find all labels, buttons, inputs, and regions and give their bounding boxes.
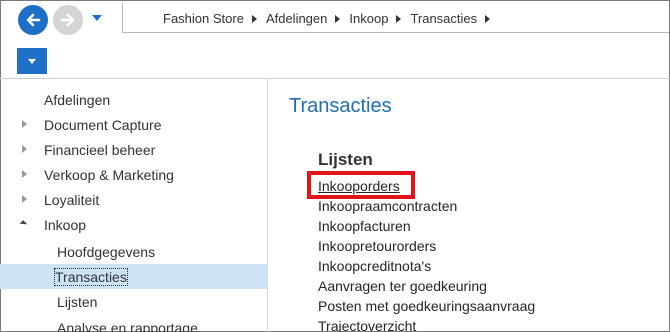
- breadcrumb-separator-icon[interactable]: [396, 14, 402, 23]
- chevron-down-icon: [28, 58, 36, 64]
- nav-item-label: Lijsten: [57, 293, 98, 310]
- nav-item-label: Hoofdgegevens: [57, 243, 156, 260]
- link-inkoopretourorders[interactable]: Inkoopretourorders: [318, 236, 436, 256]
- nav-item-lijsten[interactable]: Lijsten: [0, 289, 267, 314]
- arrow-left-icon: [26, 13, 41, 27]
- nav-item-label: Afdelingen: [44, 91, 111, 108]
- nav-item-transacties[interactable]: Transacties: [0, 264, 267, 289]
- link-inkoopcreditnotas[interactable]: Inkoopcreditnota's: [318, 256, 431, 276]
- link-posten-met-goedkeuringsaanvraag[interactable]: Posten met goedkeuringsaanvraag: [318, 296, 535, 316]
- chevron-down-icon: [92, 15, 102, 21]
- nav-item-label: Analyse en rapportage: [57, 319, 198, 332]
- nav-item-financieel-beheer[interactable]: Financieel beheer: [0, 137, 267, 162]
- expand-arrow-icon[interactable]: [22, 120, 27, 128]
- expand-arrow-icon[interactable]: [22, 195, 27, 203]
- back-button[interactable]: [18, 5, 48, 35]
- breadcrumb-item-fashion-store[interactable]: Fashion Store: [163, 11, 244, 26]
- navigation-pane: Afdelingen Document Capture Financieel b…: [0, 79, 268, 332]
- nav-item-analyse-en-rapportage[interactable]: Analyse en rapportage: [0, 315, 267, 332]
- expand-arrow-icon[interactable]: [22, 170, 27, 178]
- breadcrumb-separator-icon[interactable]: [335, 14, 341, 23]
- nav-item-label: Inkoop: [44, 216, 87, 233]
- highlight-annotation-box: [307, 171, 415, 199]
- nav-item-label: Financieel beheer: [44, 141, 156, 158]
- page-title: Transacties: [289, 95, 392, 117]
- expand-arrow-icon[interactable]: [22, 145, 27, 153]
- nav-item-loyaliteit[interactable]: Loyaliteit: [0, 187, 267, 212]
- nav-item-hoofdgegevens[interactable]: Hoofdgegevens: [0, 239, 267, 264]
- link-inkoopraamcontracten[interactable]: Inkoopraamcontracten: [318, 196, 457, 216]
- nav-item-inkoop[interactable]: Inkoop: [0, 212, 267, 237]
- history-dropdown-button[interactable]: [90, 11, 104, 25]
- forward-button[interactable]: [53, 5, 83, 35]
- breadcrumb-item-inkoop[interactable]: Inkoop: [349, 11, 388, 26]
- section-title-lijsten: Lijsten: [318, 150, 373, 169]
- arrow-right-icon: [60, 13, 75, 27]
- breadcrumb: Fashion Store Afdelingen Inkoop Transact…: [163, 11, 499, 26]
- breadcrumb-separator-icon[interactable]: [485, 14, 491, 23]
- nav-item-verkoop-marketing[interactable]: Verkoop & Marketing: [0, 162, 267, 187]
- nav-item-label: Verkoop & Marketing: [44, 166, 174, 183]
- breadcrumb-separator-icon[interactable]: [251, 14, 257, 23]
- nav-item-afdelingen[interactable]: Afdelingen: [0, 87, 267, 112]
- link-trajectoverzicht[interactable]: Trajectoverzicht: [318, 316, 416, 332]
- link-aanvragen-ter-goedkeuring[interactable]: Aanvragen ter goedkeuring: [318, 276, 487, 296]
- nav-item-label: Transacties: [54, 267, 128, 286]
- breadcrumb-item-transacties[interactable]: Transacties: [410, 11, 477, 26]
- address-box[interactable]: Fashion Store Afdelingen Inkoop Transact…: [122, 3, 669, 33]
- breadcrumb-item-afdelingen[interactable]: Afdelingen: [266, 11, 327, 26]
- nav-item-label: Loyaliteit: [44, 191, 100, 208]
- ribbon-toggle-button[interactable]: [17, 48, 47, 74]
- link-inkoopfacturen[interactable]: Inkoopfacturen: [318, 216, 411, 236]
- address-bar-area: Fashion Store Afdelingen Inkoop Transact…: [1, 1, 669, 39]
- nav-item-label: Document Capture: [44, 116, 162, 133]
- nav-item-document-capture[interactable]: Document Capture: [0, 112, 267, 137]
- collapse-arrow-icon[interactable]: [19, 220, 28, 228]
